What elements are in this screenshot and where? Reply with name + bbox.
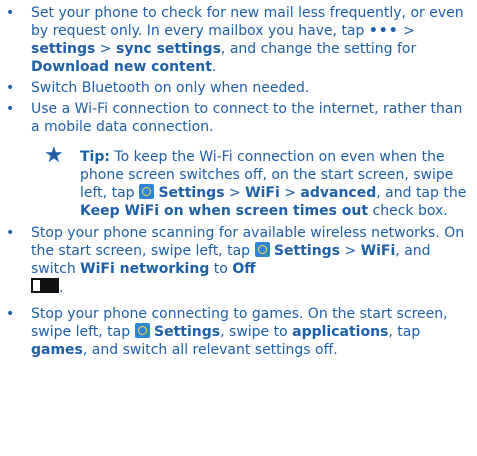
star-icon: ★ bbox=[44, 143, 64, 168]
list-item: • Set your phone to check for new mail l… bbox=[6, 5, 464, 75]
list-item: • Switch Bluetooth on only when needed. bbox=[6, 80, 310, 96]
download-new-content-label: Download new content bbox=[31, 59, 212, 75]
settings-gear-icon bbox=[134, 323, 150, 338]
tip-label: Tip: bbox=[80, 149, 110, 165]
settings-gear-icon bbox=[138, 184, 154, 199]
bullet: • bbox=[6, 306, 15, 322]
list-item: • Stop your phone scanning for available… bbox=[6, 225, 465, 296]
bullet: • bbox=[6, 80, 15, 96]
settings-gear-icon bbox=[254, 242, 270, 257]
more-options-icon: ••• bbox=[368, 23, 399, 39]
settings-label: settings bbox=[31, 41, 96, 57]
sync-settings-label: sync settings bbox=[115, 41, 221, 57]
list-item: • Stop your phone connecting to games. O… bbox=[6, 306, 448, 358]
bullet: • bbox=[6, 101, 15, 117]
tip-block: ★ Tip: To keep the Wi-Fi connection on e… bbox=[44, 143, 467, 220]
toggle-off-icon bbox=[31, 278, 59, 293]
document-page: • Set your phone to check for new mail l… bbox=[0, 0, 477, 456]
list-item: • Use a Wi-Fi connection to connect to t… bbox=[6, 101, 463, 135]
bullet: • bbox=[6, 225, 15, 241]
bullet: • bbox=[6, 5, 15, 21]
